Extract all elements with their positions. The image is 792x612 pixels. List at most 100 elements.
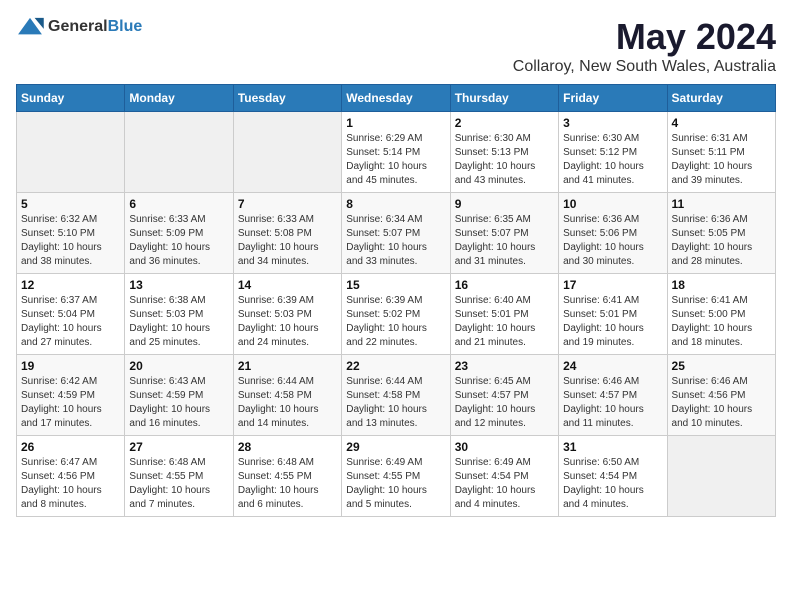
day-info: Sunrise: 6:41 AM Sunset: 5:00 PM Dayligh…	[672, 294, 771, 350]
calendar-cell: 8Sunrise: 6:34 AM Sunset: 5:07 PM Daylig…	[342, 193, 450, 274]
calendar-table: SundayMondayTuesdayWednesdayThursdayFrid…	[16, 84, 776, 517]
day-info: Sunrise: 6:50 AM Sunset: 4:54 PM Dayligh…	[563, 456, 662, 512]
calendar-cell: 18 Sunrise: 6:41 AM Sunset: 5:00 PM Dayli…	[667, 274, 775, 355]
calendar-cell	[125, 112, 233, 193]
day-number: 9	[455, 197, 554, 211]
column-header-saturday: Saturday	[667, 85, 775, 112]
calendar-cell: 6 Sunrise: 6:33 AM Sunset: 5:09 PM Daylig…	[125, 193, 233, 274]
calendar-header-row: SundayMondayTuesdayWednesdayThursdayFrid…	[17, 85, 776, 112]
day-number: 1	[346, 116, 445, 130]
calendar-cell: 17 Sunrise: 6:41 AM Sunset: 5:01 PM Dayli…	[559, 274, 667, 355]
column-header-friday: Friday	[559, 85, 667, 112]
day-info: Sunrise: 6:35 AM Sunset: 5:07 PM Dayligh…	[455, 213, 554, 269]
day-number: 5	[21, 197, 120, 211]
day-number: 28	[238, 440, 337, 454]
calendar-cell: 1 Sunrise: 6:29 AM Sunset: 5:14 PM Daylig…	[342, 112, 450, 193]
day-number: 22	[346, 359, 445, 373]
logo: GeneralBlue	[16, 16, 142, 38]
day-info: Sunrise: 6:49 AM Sunset: 4:55 PM Dayligh…	[346, 456, 445, 512]
day-number: 6	[129, 197, 228, 211]
day-info: Sunrise: 6:29 AM Sunset: 5:14 PM Dayligh…	[346, 132, 445, 188]
day-number: 4	[672, 116, 771, 130]
day-info: Sunrise: 6:31 AM Sunset: 5:11 PM Dayligh…	[672, 132, 771, 188]
column-header-wednesday: Wednesday	[342, 85, 450, 112]
calendar-cell: 5 Sunrise: 6:32 AM Sunset: 5:10 PM Daylig…	[17, 193, 125, 274]
day-number: 31	[563, 440, 662, 454]
calendar-cell: 20 Sunrise: 6:43 AM Sunset: 4:59 PM Dayli…	[125, 355, 233, 436]
day-info: Sunrise: 6:46 AM Sunset: 4:57 PM Dayligh…	[563, 375, 662, 431]
day-info: Sunrise: 6:39 AM Sunset: 5:02 PM Dayligh…	[346, 294, 445, 350]
main-title: May 2024	[513, 16, 776, 58]
logo-icon	[16, 16, 44, 38]
day-info: Sunrise: 6:32 AM Sunset: 5:10 PM Dayligh…	[21, 213, 120, 269]
column-header-sunday: Sunday	[17, 85, 125, 112]
calendar-cell: 27Sunrise: 6:48 AM Sunset: 4:55 PM Dayli…	[125, 436, 233, 517]
logo-general: General	[48, 18, 108, 35]
day-number: 25	[672, 359, 771, 373]
day-number: 18	[672, 278, 771, 292]
day-info: Sunrise: 6:40 AM Sunset: 5:01 PM Dayligh…	[455, 294, 554, 350]
day-info: Sunrise: 6:36 AM Sunset: 5:06 PM Dayligh…	[563, 213, 662, 269]
day-info: Sunrise: 6:42 AM Sunset: 4:59 PM Dayligh…	[21, 375, 120, 431]
day-number: 26	[21, 440, 120, 454]
calendar-cell: 30 Sunrise: 6:49 AM Sunset: 4:54 PM Dayli…	[450, 436, 558, 517]
calendar-cell	[233, 112, 341, 193]
calendar-cell	[17, 112, 125, 193]
day-info: Sunrise: 6:45 AM Sunset: 4:57 PM Dayligh…	[455, 375, 554, 431]
day-number: 13	[129, 278, 228, 292]
day-info: Sunrise: 6:33 AM Sunset: 5:08 PM Dayligh…	[238, 213, 337, 269]
calendar-cell: 11Sunrise: 6:36 AM Sunset: 5:05 PM Dayli…	[667, 193, 775, 274]
day-number: 15	[346, 278, 445, 292]
calendar-cell: 9 Sunrise: 6:35 AM Sunset: 5:07 PM Daylig…	[450, 193, 558, 274]
day-info: Sunrise: 6:43 AM Sunset: 4:59 PM Dayligh…	[129, 375, 228, 431]
day-info: Sunrise: 6:44 AM Sunset: 4:58 PM Dayligh…	[238, 375, 337, 431]
header: GeneralBlue May 2024 Collaroy, New South…	[16, 16, 776, 76]
day-info: Sunrise: 6:37 AM Sunset: 5:04 PM Dayligh…	[21, 294, 120, 350]
week-row-3: 12Sunrise: 6:37 AM Sunset: 5:04 PM Dayli…	[17, 274, 776, 355]
day-number: 11	[672, 197, 771, 211]
day-info: Sunrise: 6:33 AM Sunset: 5:09 PM Dayligh…	[129, 213, 228, 269]
day-number: 24	[563, 359, 662, 373]
week-row-4: 19 Sunrise: 6:42 AM Sunset: 4:59 PM Dayli…	[17, 355, 776, 436]
day-number: 20	[129, 359, 228, 373]
day-info: Sunrise: 6:30 AM Sunset: 5:13 PM Dayligh…	[455, 132, 554, 188]
day-info: Sunrise: 6:46 AM Sunset: 4:56 PM Dayligh…	[672, 375, 771, 431]
day-number: 2	[455, 116, 554, 130]
calendar-cell: 28 Sunrise: 6:48 AM Sunset: 4:55 PM Dayli…	[233, 436, 341, 517]
day-info: Sunrise: 6:41 AM Sunset: 5:01 PM Dayligh…	[563, 294, 662, 350]
day-number: 30	[455, 440, 554, 454]
day-info: Sunrise: 6:48 AM Sunset: 4:55 PM Dayligh…	[238, 456, 337, 512]
calendar-cell: 2 Sunrise: 6:30 AM Sunset: 5:13 PM Daylig…	[450, 112, 558, 193]
day-number: 21	[238, 359, 337, 373]
subtitle: Collaroy, New South Wales, Australia	[513, 58, 776, 76]
day-info: Sunrise: 6:38 AM Sunset: 5:03 PM Dayligh…	[129, 294, 228, 350]
title-area: May 2024 Collaroy, New South Wales, Aust…	[513, 16, 776, 76]
day-number: 23	[455, 359, 554, 373]
day-info: Sunrise: 6:44 AM Sunset: 4:58 PM Dayligh…	[346, 375, 445, 431]
week-row-1: 1 Sunrise: 6:29 AM Sunset: 5:14 PM Daylig…	[17, 112, 776, 193]
day-info: Sunrise: 6:49 AM Sunset: 4:54 PM Dayligh…	[455, 456, 554, 512]
calendar-cell: 13 Sunrise: 6:38 AM Sunset: 5:03 PM Dayli…	[125, 274, 233, 355]
week-row-5: 26 Sunrise: 6:47 AM Sunset: 4:56 PM Dayli…	[17, 436, 776, 517]
day-number: 14	[238, 278, 337, 292]
day-number: 27	[129, 440, 228, 454]
day-number: 16	[455, 278, 554, 292]
day-number: 7	[238, 197, 337, 211]
calendar-cell: 22 Sunrise: 6:44 AM Sunset: 4:58 PM Dayli…	[342, 355, 450, 436]
logo-blue: Blue	[108, 18, 143, 35]
day-number: 17	[563, 278, 662, 292]
day-info: Sunrise: 6:47 AM Sunset: 4:56 PM Dayligh…	[21, 456, 120, 512]
calendar-cell: 23 Sunrise: 6:45 AM Sunset: 4:57 PM Dayli…	[450, 355, 558, 436]
day-number: 29	[346, 440, 445, 454]
calendar-cell: 14 Sunrise: 6:39 AM Sunset: 5:03 PM Dayli…	[233, 274, 341, 355]
calendar-cell: 24 Sunrise: 6:46 AM Sunset: 4:57 PM Dayli…	[559, 355, 667, 436]
day-info: Sunrise: 6:39 AM Sunset: 5:03 PM Dayligh…	[238, 294, 337, 350]
calendar-cell	[667, 436, 775, 517]
day-number: 3	[563, 116, 662, 130]
day-number: 19	[21, 359, 120, 373]
week-row-2: 5 Sunrise: 6:32 AM Sunset: 5:10 PM Daylig…	[17, 193, 776, 274]
column-header-tuesday: Tuesday	[233, 85, 341, 112]
calendar-cell: 4 Sunrise: 6:31 AM Sunset: 5:11 PM Daylig…	[667, 112, 775, 193]
column-header-thursday: Thursday	[450, 85, 558, 112]
calendar-cell: 7 Sunrise: 6:33 AM Sunset: 5:08 PM Daylig…	[233, 193, 341, 274]
